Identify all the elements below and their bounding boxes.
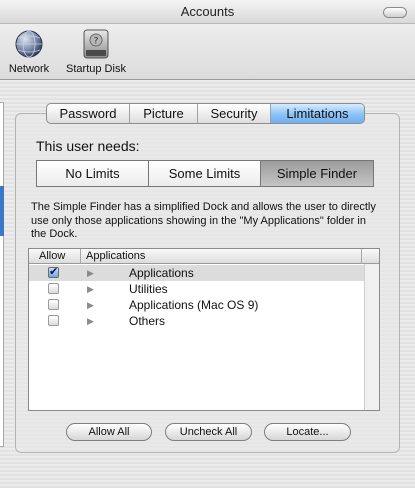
table-row[interactable]: ▶ Utilities [29, 281, 364, 297]
window-title: Accounts [180, 4, 235, 19]
disclosure-triangle-icon[interactable]: ▶ [87, 281, 97, 297]
accounts-list[interactable] [0, 102, 4, 447]
column-header-allow[interactable]: Allow [29, 249, 81, 264]
allow-checkbox[interactable] [48, 265, 59, 278]
table-header-corner [361, 249, 379, 264]
tab-limitations[interactable]: Limitations [271, 104, 364, 123]
row-label: Utilities [129, 282, 168, 296]
allow-all-button[interactable]: Allow All [66, 423, 152, 441]
allow-checkbox[interactable] [48, 299, 59, 310]
svg-text:?: ? [94, 37, 99, 47]
disclosure-triangle-icon[interactable]: ▶ [87, 313, 97, 329]
table-row[interactable]: ▶ Applications (Mac OS 9) [29, 297, 364, 313]
disclosure-triangle-icon[interactable]: ▶ [87, 297, 97, 313]
tab-security[interactable]: Security [198, 104, 271, 123]
tab-picture[interactable]: Picture [130, 104, 198, 123]
accounts-list-selection [0, 186, 4, 236]
tab-bar: Password Picture Security Limitations [46, 103, 365, 124]
applications-table: Allow Applications ▶ Applications ▶ Util… [28, 248, 380, 411]
row-label: Others [129, 314, 166, 328]
row-label: Applications (Mac OS 9) [129, 298, 259, 312]
toolbar-item-startup-disk[interactable]: ? Startup Disk [61, 24, 131, 80]
tab-password[interactable]: Password [47, 104, 130, 123]
hard-disk-icon: ? [83, 29, 109, 59]
column-header-applications[interactable]: Applications [81, 249, 361, 264]
table-row[interactable]: ▶ Others [29, 313, 364, 329]
locate-button[interactable]: Locate... [264, 423, 351, 441]
table-row[interactable]: ▶ Applications [29, 265, 364, 281]
toolbar-toggle-button[interactable] [383, 7, 407, 18]
row-label: Applications [129, 266, 194, 280]
toolbar: Network ? Startup Disk [0, 24, 415, 80]
uncheck-all-button[interactable]: Uncheck All [165, 423, 252, 441]
disclosure-triangle-icon[interactable]: ▶ [87, 265, 97, 281]
allow-checkbox[interactable] [48, 315, 59, 326]
simple-finder-button[interactable]: Simple Finder [261, 161, 373, 186]
limit-level-control: No Limits Some Limits Simple Finder [36, 160, 374, 187]
table-scrollbar[interactable] [364, 264, 379, 410]
simple-finder-description: The Simple Finder has a simplified Dock … [31, 201, 376, 240]
toolbar-item-network[interactable]: Network [3, 24, 55, 80]
user-needs-label: This user needs: [36, 138, 140, 154]
allow-checkbox[interactable] [48, 283, 59, 294]
table-header: Allow Applications [29, 249, 379, 264]
no-limits-button[interactable]: No Limits [37, 161, 149, 186]
some-limits-button[interactable]: Some Limits [149, 161, 261, 186]
network-globe-icon [15, 30, 43, 58]
toolbar-label-startup-disk: Startup Disk [66, 63, 126, 75]
toolbar-label-network: Network [8, 63, 50, 75]
